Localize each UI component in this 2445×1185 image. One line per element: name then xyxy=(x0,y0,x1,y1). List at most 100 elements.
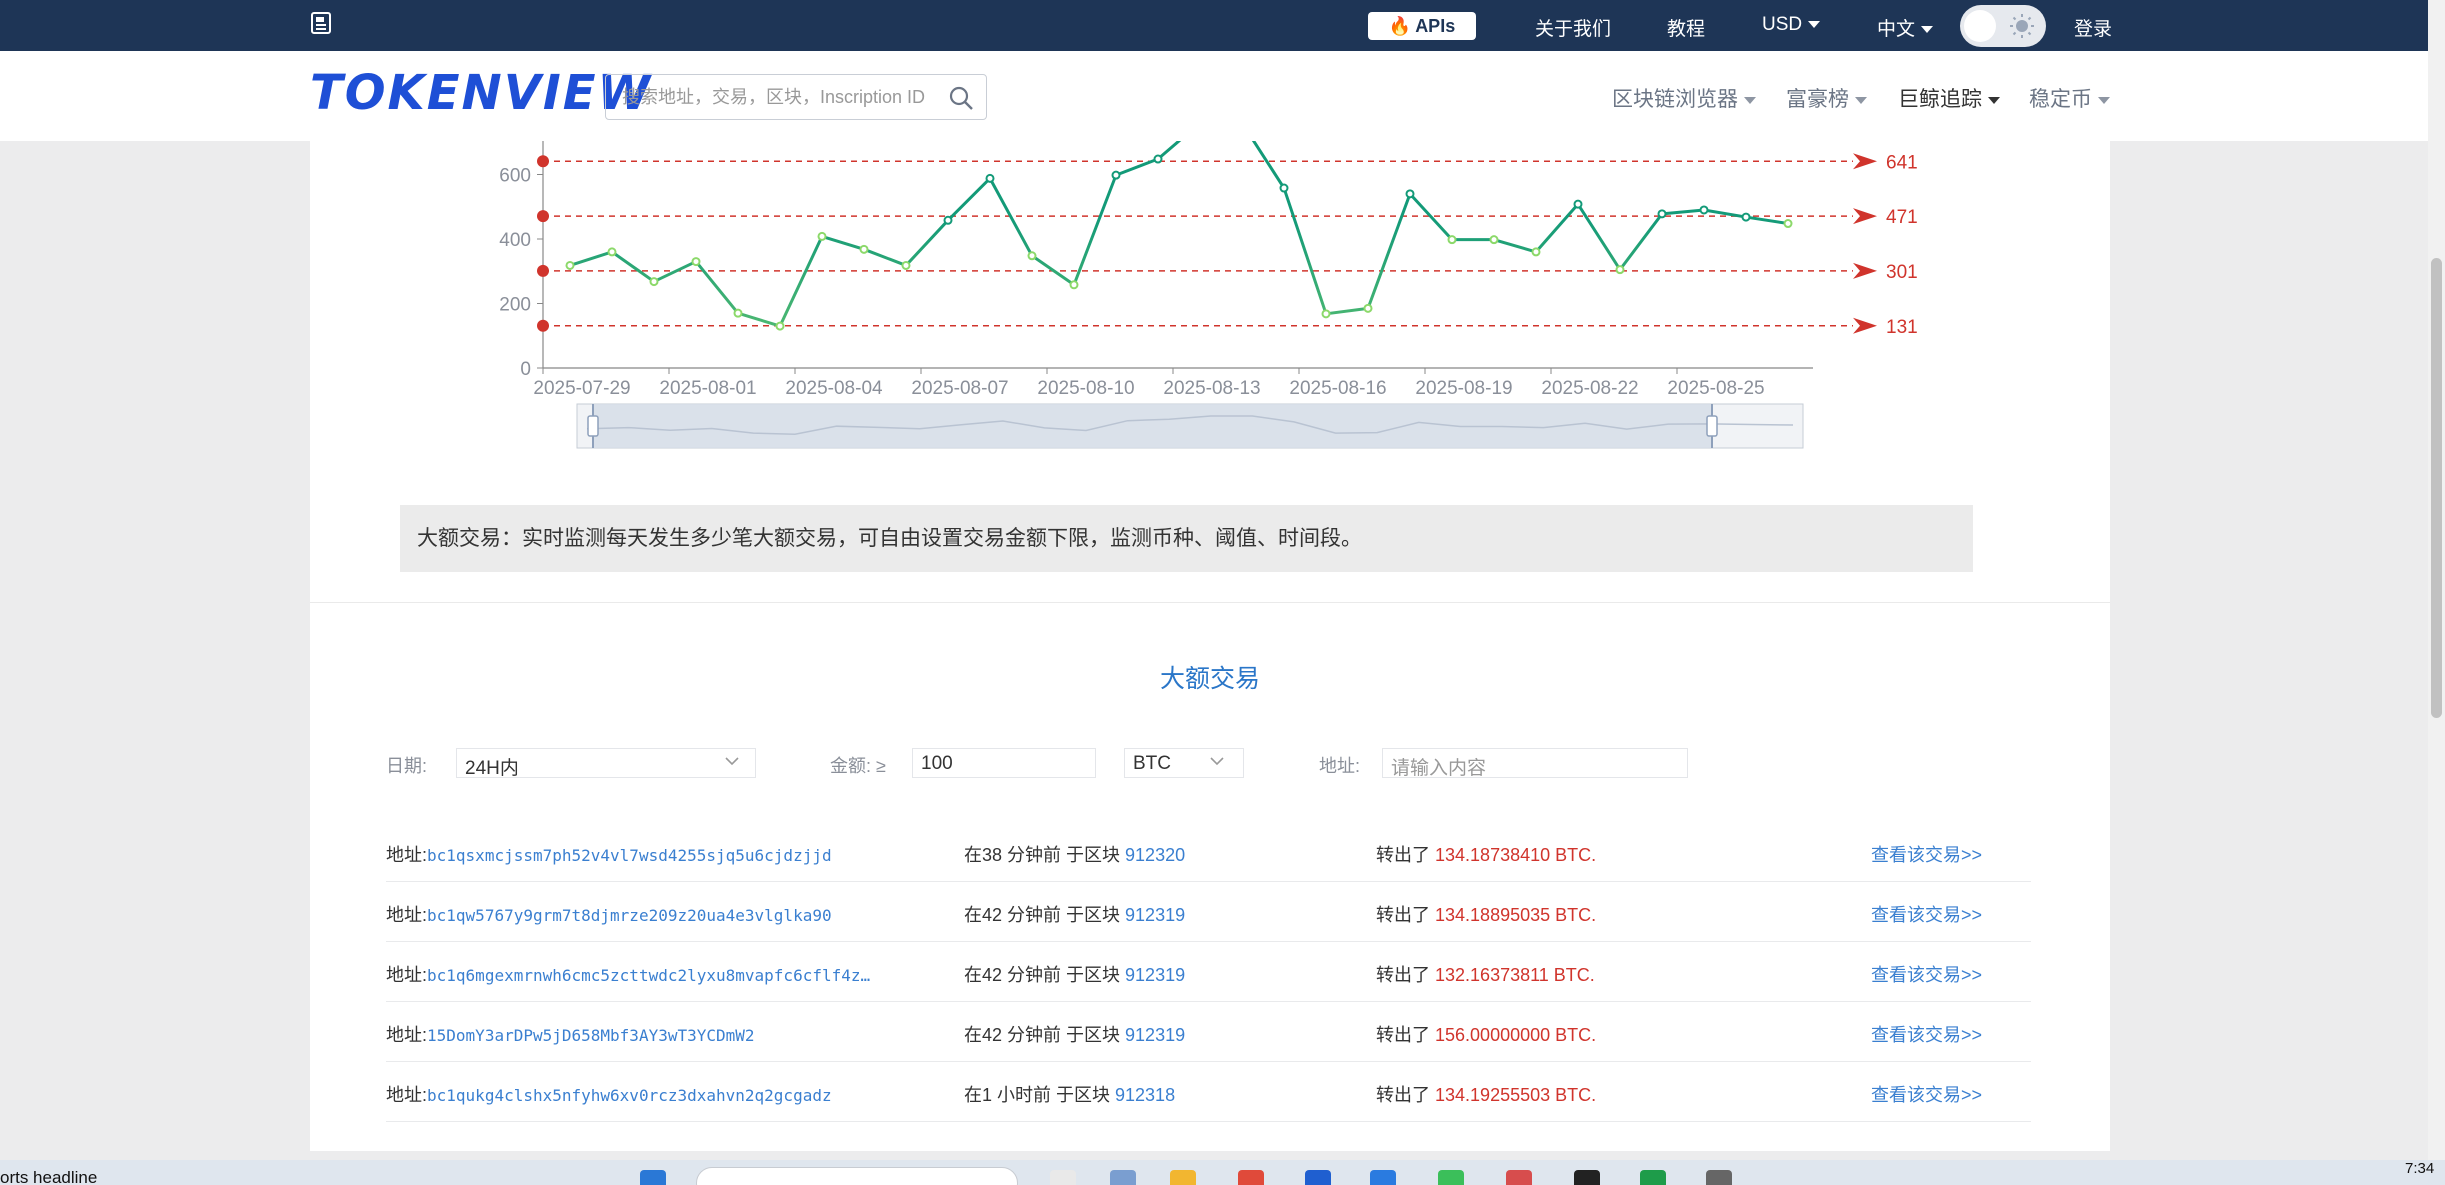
data-point[interactable] xyxy=(1783,219,1793,229)
about-us-link[interactable]: 关于我们 xyxy=(1535,14,1611,41)
excel-icon[interactable] xyxy=(1640,1170,1666,1185)
news-icon[interactable] xyxy=(310,11,334,37)
data-point[interactable] xyxy=(1657,209,1667,219)
block-link[interactable]: 912319 xyxy=(1125,965,1185,985)
theme-toggle[interactable] xyxy=(1960,5,2046,47)
view-transaction-link[interactable]: 查看该交易>> xyxy=(1871,1021,1982,1047)
top-bar: 🔥 APIs 关于我们 教程 USD 中文 登录 xyxy=(0,0,2428,51)
data-point[interactable] xyxy=(901,260,911,270)
tutorial-link[interactable]: 教程 xyxy=(1667,14,1705,41)
app-icon[interactable] xyxy=(1706,1170,1732,1185)
out-label: 转出了 xyxy=(1376,1025,1436,1045)
address-link[interactable]: bc1qw5767y9grm7t8djmrze209z20ua4e3vlglka… xyxy=(427,906,832,925)
nav-whale-tracking[interactable]: 巨鲸追踪 xyxy=(1898,83,2000,113)
zoom-slider-window[interactable] xyxy=(593,404,1712,448)
address-input[interactable]: 请输入内容 xyxy=(1382,748,1688,779)
news-widget[interactable]: orts headline xyxy=(0,1168,97,1185)
data-point[interactable] xyxy=(1405,189,1415,199)
toggle-knob xyxy=(1964,10,1996,42)
data-point[interactable] xyxy=(1153,154,1163,164)
x-tick-label: 2025-08-10 xyxy=(1037,378,1134,399)
search-box[interactable] xyxy=(605,74,987,120)
nav-rich-list[interactable]: 富豪榜 xyxy=(1786,83,1867,113)
address-link[interactable]: 15DomY3arDPw5jD658Mbf3AY3wT3YCDmW2 xyxy=(427,1026,755,1045)
coin-select[interactable]: BTC xyxy=(1124,748,1244,778)
vscode-icon[interactable] xyxy=(1370,1170,1396,1185)
zoom-handle[interactable] xyxy=(587,415,599,437)
data-point[interactable] xyxy=(1699,205,1709,215)
data-point[interactable] xyxy=(1573,199,1583,209)
view-transaction-link[interactable]: 查看该交易>> xyxy=(1871,901,1982,927)
app-icon[interactable] xyxy=(1574,1170,1600,1185)
data-point[interactable] xyxy=(1111,170,1121,180)
transaction-row: 地址:bc1q6mgexmrnwh6cmc5zcttwdc2lyxu8mvapf… xyxy=(386,941,2031,1002)
nav-label: 区块链浏览器 xyxy=(1612,88,1738,111)
app-icon[interactable] xyxy=(1506,1170,1532,1185)
data-point[interactable] xyxy=(649,277,659,287)
amount-input[interactable]: 100 xyxy=(912,748,1096,778)
address-link[interactable]: bc1qukg4clshx5nfyhw6xv0rcz3dxahvn2q2gcga… xyxy=(427,1086,832,1105)
data-point[interactable] xyxy=(1363,303,1373,313)
apis-button[interactable]: 🔥 APIs xyxy=(1368,12,1476,40)
reference-label: 641 xyxy=(1886,152,1918,173)
data-point[interactable] xyxy=(1531,247,1541,257)
date-select[interactable]: 24H内 xyxy=(456,748,756,779)
x-tick-label: 2025-07-29 xyxy=(533,378,630,399)
view-transaction-link[interactable]: 查看该交易>> xyxy=(1871,961,1982,987)
address-link[interactable]: bc1qsxmcjssm7ph52v4vl7wsd4255sjq5u6cjdzj… xyxy=(427,846,832,865)
taskview-icon[interactable] xyxy=(1050,1170,1076,1185)
view-transaction-link[interactable]: 查看该交易>> xyxy=(1871,1081,1982,1107)
chevron-down-icon xyxy=(1808,21,1821,29)
data-point[interactable] xyxy=(1027,251,1037,261)
data-point[interactable] xyxy=(733,308,743,318)
currency-dropdown[interactable]: USD xyxy=(1762,14,1821,36)
data-point[interactable] xyxy=(1489,235,1499,245)
widgets-icon[interactable] xyxy=(1110,1170,1136,1185)
wechat-icon[interactable] xyxy=(1438,1170,1464,1185)
language-dropdown[interactable]: 中文 xyxy=(1877,14,1934,41)
data-point[interactable] xyxy=(1279,183,1289,193)
zoom-handle[interactable] xyxy=(1706,415,1718,437)
chrome-icon[interactable] xyxy=(1238,1170,1264,1185)
data-point[interactable] xyxy=(859,244,869,254)
data-point[interactable] xyxy=(1447,235,1457,245)
nav-blockchain-explorer[interactable]: 区块链浏览器 xyxy=(1612,83,1756,113)
block-link[interactable]: 912318 xyxy=(1115,1085,1175,1105)
date-select-value: 24H内 xyxy=(465,758,519,779)
logo[interactable]: TOKENVIEW xyxy=(310,65,652,121)
data-point[interactable] xyxy=(817,231,827,241)
data-point[interactable] xyxy=(985,173,995,183)
view-transaction-link[interactable]: 查看该交易>> xyxy=(1871,841,1982,867)
data-point[interactable] xyxy=(1321,309,1331,319)
windows-start-icon[interactable] xyxy=(640,1170,666,1185)
scrollbar-thumb[interactable] xyxy=(2431,258,2442,718)
nav-label: 富豪榜 xyxy=(1786,88,1849,111)
address-link[interactable]: bc1q6mgexmrnwh6cmc5zcttwdc2lyxu8mvapfc6c… xyxy=(427,966,870,985)
taskbar-search[interactable] xyxy=(696,1167,1018,1185)
chevron-down-icon xyxy=(1988,96,2000,104)
file-explorer-icon[interactable] xyxy=(1170,1170,1196,1185)
data-point[interactable] xyxy=(775,321,785,331)
page-scrollbar[interactable] xyxy=(2428,0,2445,1160)
block-link[interactable]: 912319 xyxy=(1125,905,1185,925)
block-link[interactable]: 912319 xyxy=(1125,1025,1185,1045)
coin-select-value: BTC xyxy=(1133,753,1171,774)
reference-start-dot xyxy=(537,210,549,223)
data-point[interactable] xyxy=(691,257,701,267)
data-point[interactable] xyxy=(943,215,953,225)
data-point[interactable] xyxy=(565,260,575,270)
data-point[interactable] xyxy=(1615,265,1625,275)
block-link[interactable]: 912320 xyxy=(1125,845,1185,865)
search-icon[interactable] xyxy=(948,85,974,111)
large-tx-chart: 0 200 400 600 2025-07-29 2025-08-01 2025-08-04… xyxy=(499,121,1918,449)
amount-value: 134.18738410 BTC. xyxy=(1435,845,1597,865)
data-point[interactable] xyxy=(1069,280,1079,290)
data-point[interactable] xyxy=(607,247,617,257)
word-icon[interactable] xyxy=(1305,1170,1331,1185)
x-tick-label: 2025-08-22 xyxy=(1541,378,1638,399)
nav-stablecoins[interactable]: 稳定币 xyxy=(2029,83,2110,113)
data-point[interactable] xyxy=(1741,212,1751,222)
login-link[interactable]: 登录 xyxy=(2074,14,2112,41)
address-input-placeholder: 请输入内容 xyxy=(1391,758,1487,779)
search-input[interactable] xyxy=(620,86,934,109)
